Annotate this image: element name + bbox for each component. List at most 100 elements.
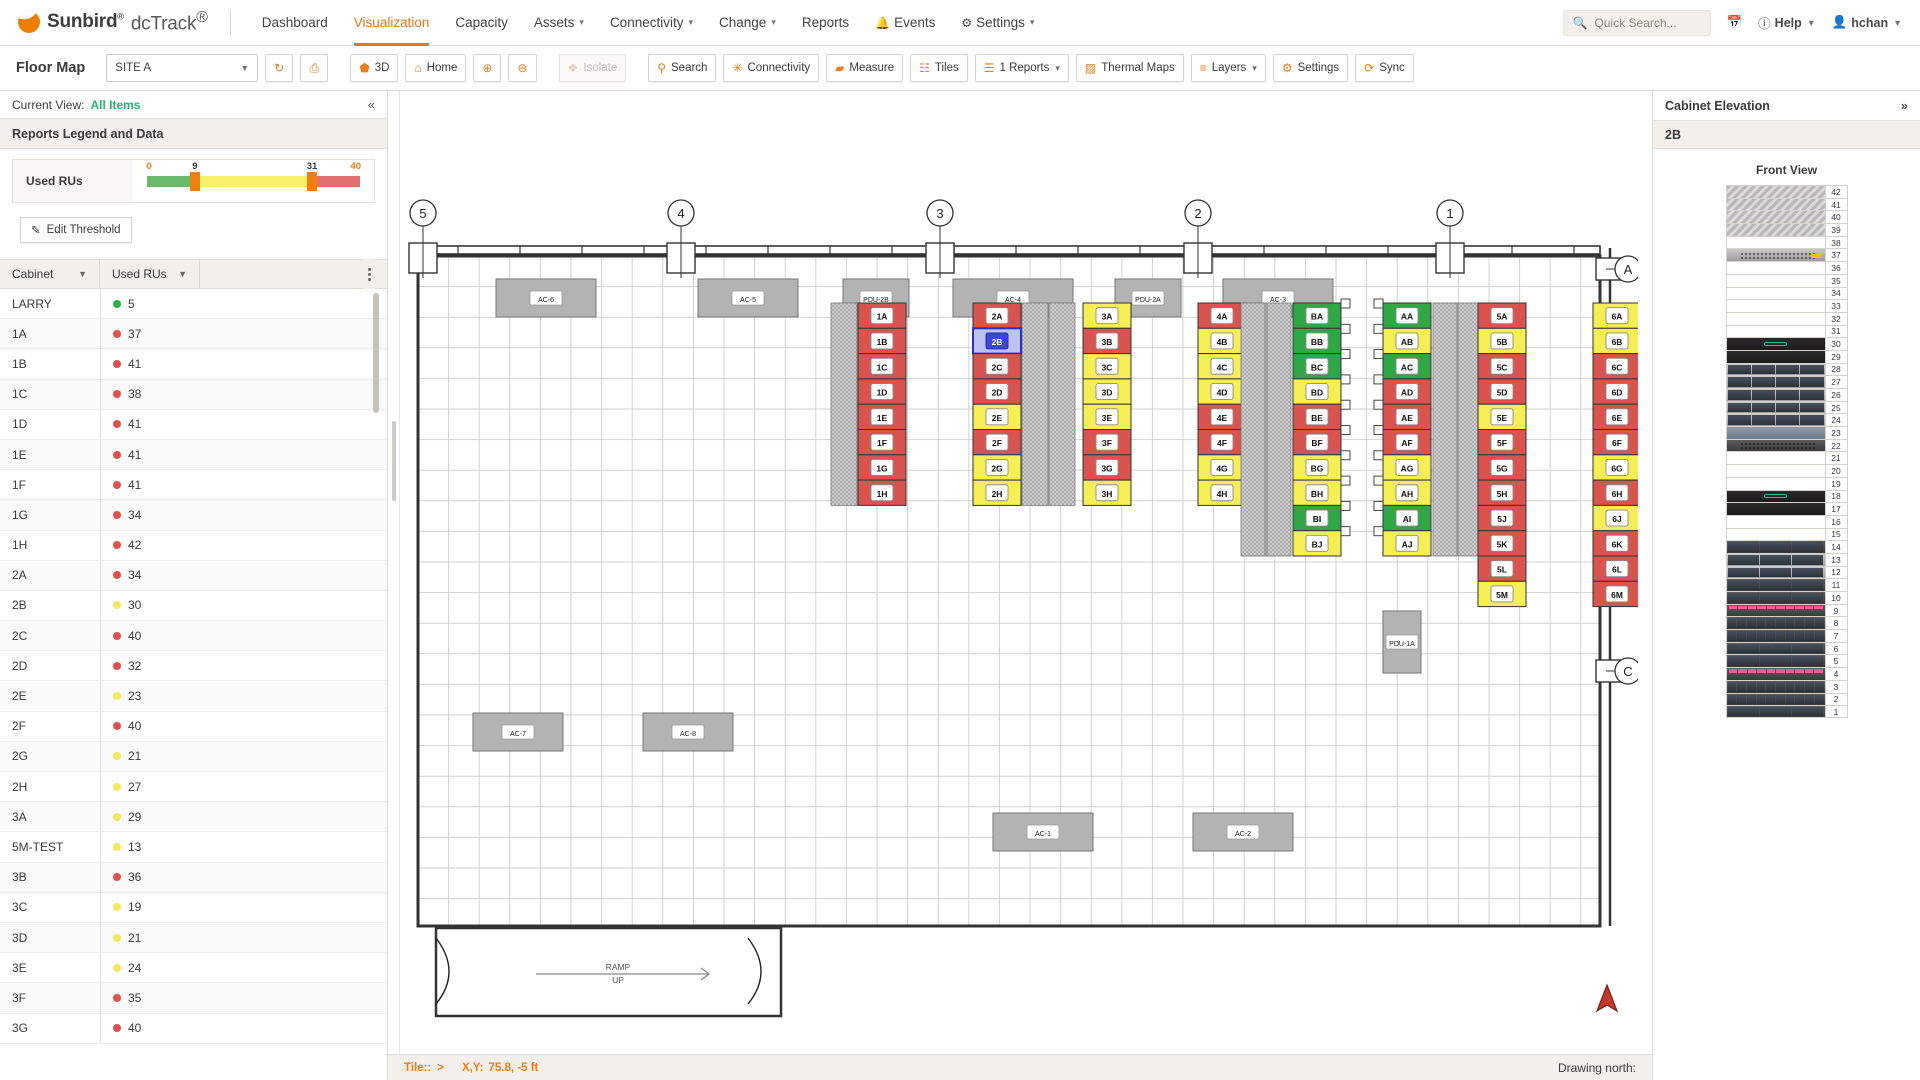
print-button[interactable]: ⎙ xyxy=(300,54,329,82)
cabinet-2C[interactable]: 2C xyxy=(972,353,1022,380)
ru-row[interactable]: 34 xyxy=(1725,286,1848,300)
cabinet-5A[interactable]: 5A xyxy=(1477,302,1527,329)
ru-slot-41[interactable] xyxy=(1725,197,1826,211)
chevron-double-left-icon[interactable]: « xyxy=(368,97,375,112)
ru-slot-20[interactable] xyxy=(1725,464,1826,477)
thermal-maps-button[interactable]: ▨ Thermal Maps xyxy=(1075,54,1184,82)
chevron-double-right-icon[interactable]: » xyxy=(1901,98,1908,113)
brand-logo-area[interactable]: Sunbird® dcTrack® xyxy=(18,9,230,35)
ru-slot-25[interactable] xyxy=(1725,400,1826,414)
table-row[interactable]: 5M-TEST 13 xyxy=(0,832,387,863)
threshold-handle-9[interactable] xyxy=(189,171,200,191)
ru-row[interactable]: 7 xyxy=(1725,629,1848,642)
cabinet-3A[interactable]: 3A xyxy=(1082,302,1132,329)
nav-item-assets[interactable]: Assets ▾ xyxy=(521,0,597,46)
cabinet-5E[interactable]: 5E xyxy=(1477,403,1527,431)
ru-slot-6[interactable] xyxy=(1725,641,1826,655)
cabinet-4D[interactable]: 4D xyxy=(1197,378,1247,405)
nav-item-events[interactable]: 🔔 Events xyxy=(862,0,948,46)
nav-item-visualization[interactable]: Visualization xyxy=(341,0,443,46)
ru-slot-32[interactable] xyxy=(1725,311,1826,325)
cabinet-elevation-diagram[interactable]: 42 41 40 39 38 37 36 35 34 33 32 31 30 29 28 27 26 25 24 23… xyxy=(1725,185,1848,718)
cabinet-2F[interactable]: 2F xyxy=(972,429,1022,456)
ru-row[interactable]: 25 xyxy=(1725,400,1848,414)
sync-button[interactable]: ⟳ Sync xyxy=(1355,54,1414,82)
site-select[interactable]: SITE A ▼ xyxy=(106,54,259,82)
three-d-button[interactable]: ⬟ 3D xyxy=(350,54,399,82)
cabinet-4G[interactable]: 4G xyxy=(1197,454,1247,481)
ru-row[interactable]: 26 xyxy=(1725,388,1848,401)
cabinet-5K[interactable]: 5K xyxy=(1477,530,1527,557)
edit-threshold-button[interactable]: ✎ Edit Threshold xyxy=(20,217,132,243)
ru-slot-24[interactable] xyxy=(1725,413,1826,427)
table-row[interactable]: 3G 40 xyxy=(0,1013,387,1044)
cabinet-4E[interactable]: 4E xyxy=(1197,403,1247,431)
threshold-handle-31[interactable] xyxy=(307,171,318,191)
equipment-ac-6[interactable]: AC-6 xyxy=(495,278,597,318)
ru-slot-28[interactable] xyxy=(1725,362,1826,376)
ru-slot-21[interactable] xyxy=(1725,451,1826,465)
cabinet-3G[interactable]: 3G xyxy=(1082,454,1132,481)
ru-slot-8[interactable] xyxy=(1725,616,1826,630)
cabinet-6K[interactable]: 6K xyxy=(1592,530,1638,557)
ru-slot-31[interactable] xyxy=(1725,324,1826,338)
ru-slot-1[interactable] xyxy=(1725,705,1826,718)
ru-row[interactable]: 32 xyxy=(1725,311,1848,325)
cabinet-3C[interactable]: 3C xyxy=(1082,353,1132,380)
table-row[interactable]: 3B 36 xyxy=(0,862,387,893)
ru-row[interactable]: 37 xyxy=(1725,248,1848,262)
cabinet-2A[interactable]: 2A xyxy=(972,302,1022,329)
cabinet-6J[interactable]: 6J xyxy=(1592,504,1638,532)
ru-row[interactable]: 39 xyxy=(1725,223,1848,236)
ru-row[interactable]: 24 xyxy=(1725,413,1848,427)
ru-slot-34[interactable] xyxy=(1725,286,1826,300)
cabinet-6A[interactable]: 6A xyxy=(1592,302,1638,329)
measure-button[interactable]: ▰ Measure xyxy=(826,54,904,82)
quick-search-input[interactable]: 🔍 Quick Search... xyxy=(1562,9,1711,36)
table-row[interactable]: 1G 34 xyxy=(0,500,387,531)
ru-slot-42[interactable] xyxy=(1725,185,1826,198)
nav-item-dashboard[interactable]: Dashboard xyxy=(249,0,341,46)
table-row[interactable]: 1F 41 xyxy=(0,470,387,501)
cabinet-2D[interactable]: 2D xyxy=(972,378,1022,405)
ru-slot-10[interactable] xyxy=(1725,591,1826,604)
ru-slot-3[interactable] xyxy=(1725,679,1826,693)
home-button[interactable]: ⌂ Home xyxy=(405,54,467,82)
table-row[interactable]: 3C 19 xyxy=(0,892,387,923)
ru-slot-35[interactable] xyxy=(1725,273,1826,287)
cabinet-1C[interactable]: 1C xyxy=(857,353,907,380)
cabinet-6E[interactable]: 6E xyxy=(1592,403,1638,431)
ru-slot-15[interactable] xyxy=(1725,527,1826,541)
settings-button[interactable]: ⚙ Settings xyxy=(1272,54,1349,82)
cabinet-5F[interactable]: 5F xyxy=(1477,429,1527,456)
cabinet-1H[interactable]: 1H xyxy=(857,479,907,506)
cabinet-6L[interactable]: 6L xyxy=(1592,555,1638,582)
table-row[interactable]: 2C 40 xyxy=(0,621,387,652)
cabinet-5C[interactable]: 5C xyxy=(1477,353,1527,380)
ru-row[interactable]: 42 xyxy=(1725,185,1848,198)
cabinet-2E[interactable]: 2E xyxy=(972,403,1022,431)
ru-row[interactable]: 20 xyxy=(1725,464,1848,477)
cabinet-4F[interactable]: 4F xyxy=(1197,429,1247,456)
table-row[interactable]: 2H 27 xyxy=(0,772,387,803)
ru-row[interactable]: 4 xyxy=(1725,667,1848,680)
ru-slot-38[interactable] xyxy=(1725,235,1826,249)
cabinet-4B[interactable]: 4B xyxy=(1197,327,1247,355)
ru-row[interactable]: 17 xyxy=(1725,502,1848,515)
nav-item-reports[interactable]: Reports xyxy=(789,0,862,46)
equipment-ac-2[interactable]: AC-2 xyxy=(1192,812,1294,852)
ru-row[interactable]: 12 xyxy=(1725,565,1848,579)
ru-row[interactable]: 22 xyxy=(1725,438,1848,452)
cabinet-3B[interactable]: 3B xyxy=(1082,327,1132,355)
ru-slot-13[interactable] xyxy=(1725,552,1826,566)
ru-row[interactable]: 23 xyxy=(1725,426,1848,439)
ru-row[interactable]: 41 xyxy=(1725,197,1848,211)
ru-row[interactable]: 10 xyxy=(1725,591,1848,604)
cabinet-6B[interactable]: 6B xyxy=(1592,327,1638,355)
ru-row[interactable]: 21 xyxy=(1725,451,1848,465)
ru-row[interactable]: 1 xyxy=(1725,705,1848,718)
ru-row[interactable]: 15 xyxy=(1725,527,1848,541)
cabinet-2G[interactable]: 2G xyxy=(972,454,1022,481)
cabinet-6C[interactable]: 6C xyxy=(1592,353,1638,380)
table-row[interactable]: 2D 32 xyxy=(0,651,387,682)
